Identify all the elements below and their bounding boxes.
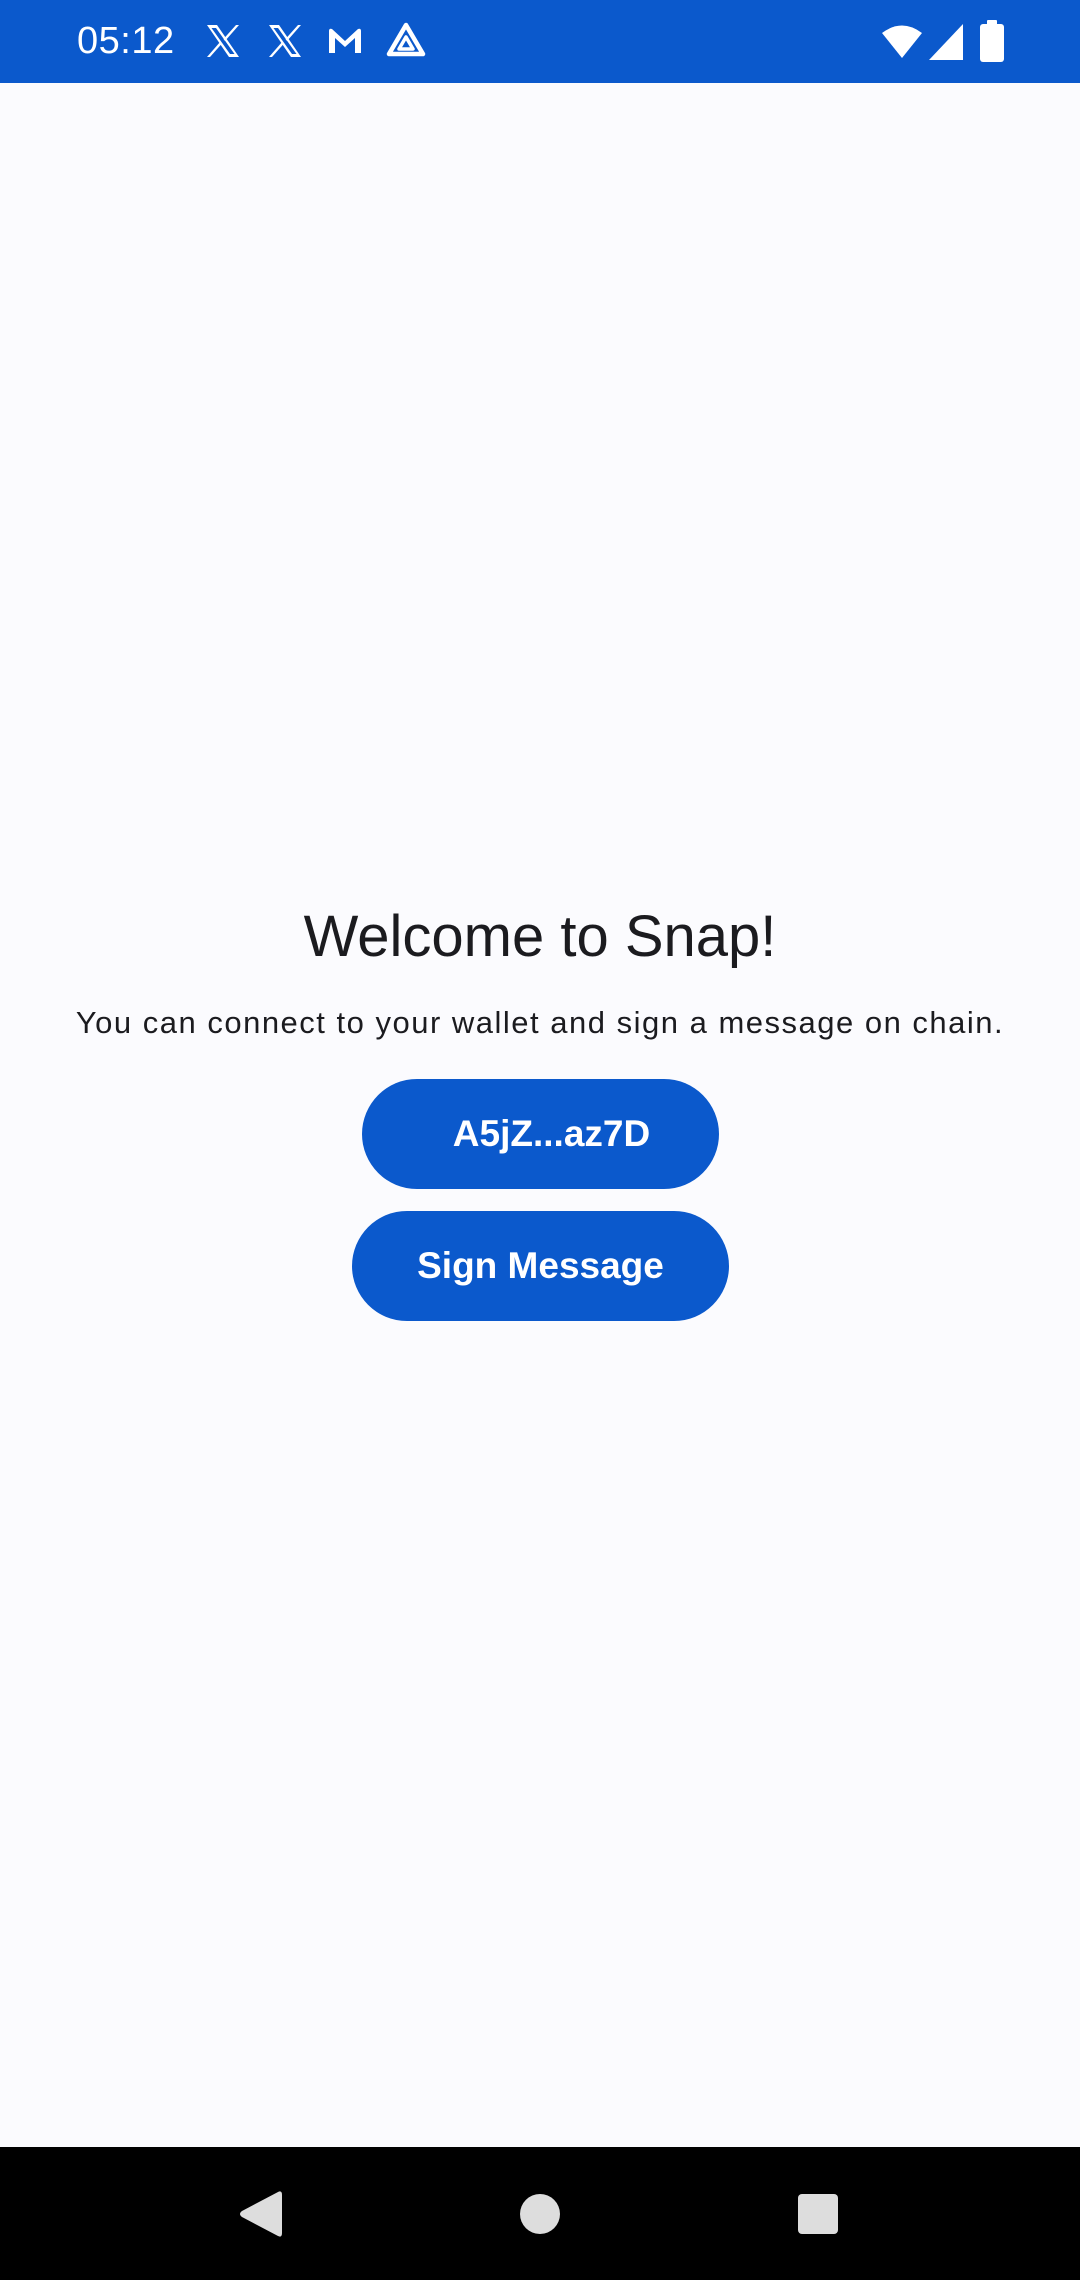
recents-button[interactable] xyxy=(758,2147,878,2280)
main-content: Welcome to Snap! You can connect to your… xyxy=(0,83,1080,2147)
battery-icon xyxy=(980,20,1004,62)
sign-message-label: Sign Message xyxy=(417,1245,664,1286)
back-icon xyxy=(240,2190,282,2237)
navigation-bar xyxy=(0,2147,1080,2280)
sign-message-button[interactable]: Sign Message xyxy=(352,1211,729,1321)
wallet-address-label: A5jZ...az7D xyxy=(452,1113,651,1154)
home-icon xyxy=(520,2193,560,2234)
page-subtitle: You can connect to your wallet and sign … xyxy=(75,1005,1005,1040)
wallet-address-button[interactable]: A5jZ...az7D xyxy=(362,1079,719,1189)
status-bar: 05:12 xyxy=(0,0,1080,83)
cellular-signal-icon xyxy=(929,24,963,60)
home-button[interactable] xyxy=(480,2147,600,2280)
drive-icon xyxy=(386,22,426,57)
recents-icon xyxy=(798,2193,838,2234)
status-time: 05:12 xyxy=(77,20,175,62)
page-title: Welcome to Snap! xyxy=(303,904,777,969)
wifi-icon xyxy=(882,25,922,58)
x-icon xyxy=(207,25,239,57)
gmail-icon xyxy=(329,28,361,53)
back-button[interactable] xyxy=(200,2147,320,2280)
x-icon xyxy=(269,25,301,57)
